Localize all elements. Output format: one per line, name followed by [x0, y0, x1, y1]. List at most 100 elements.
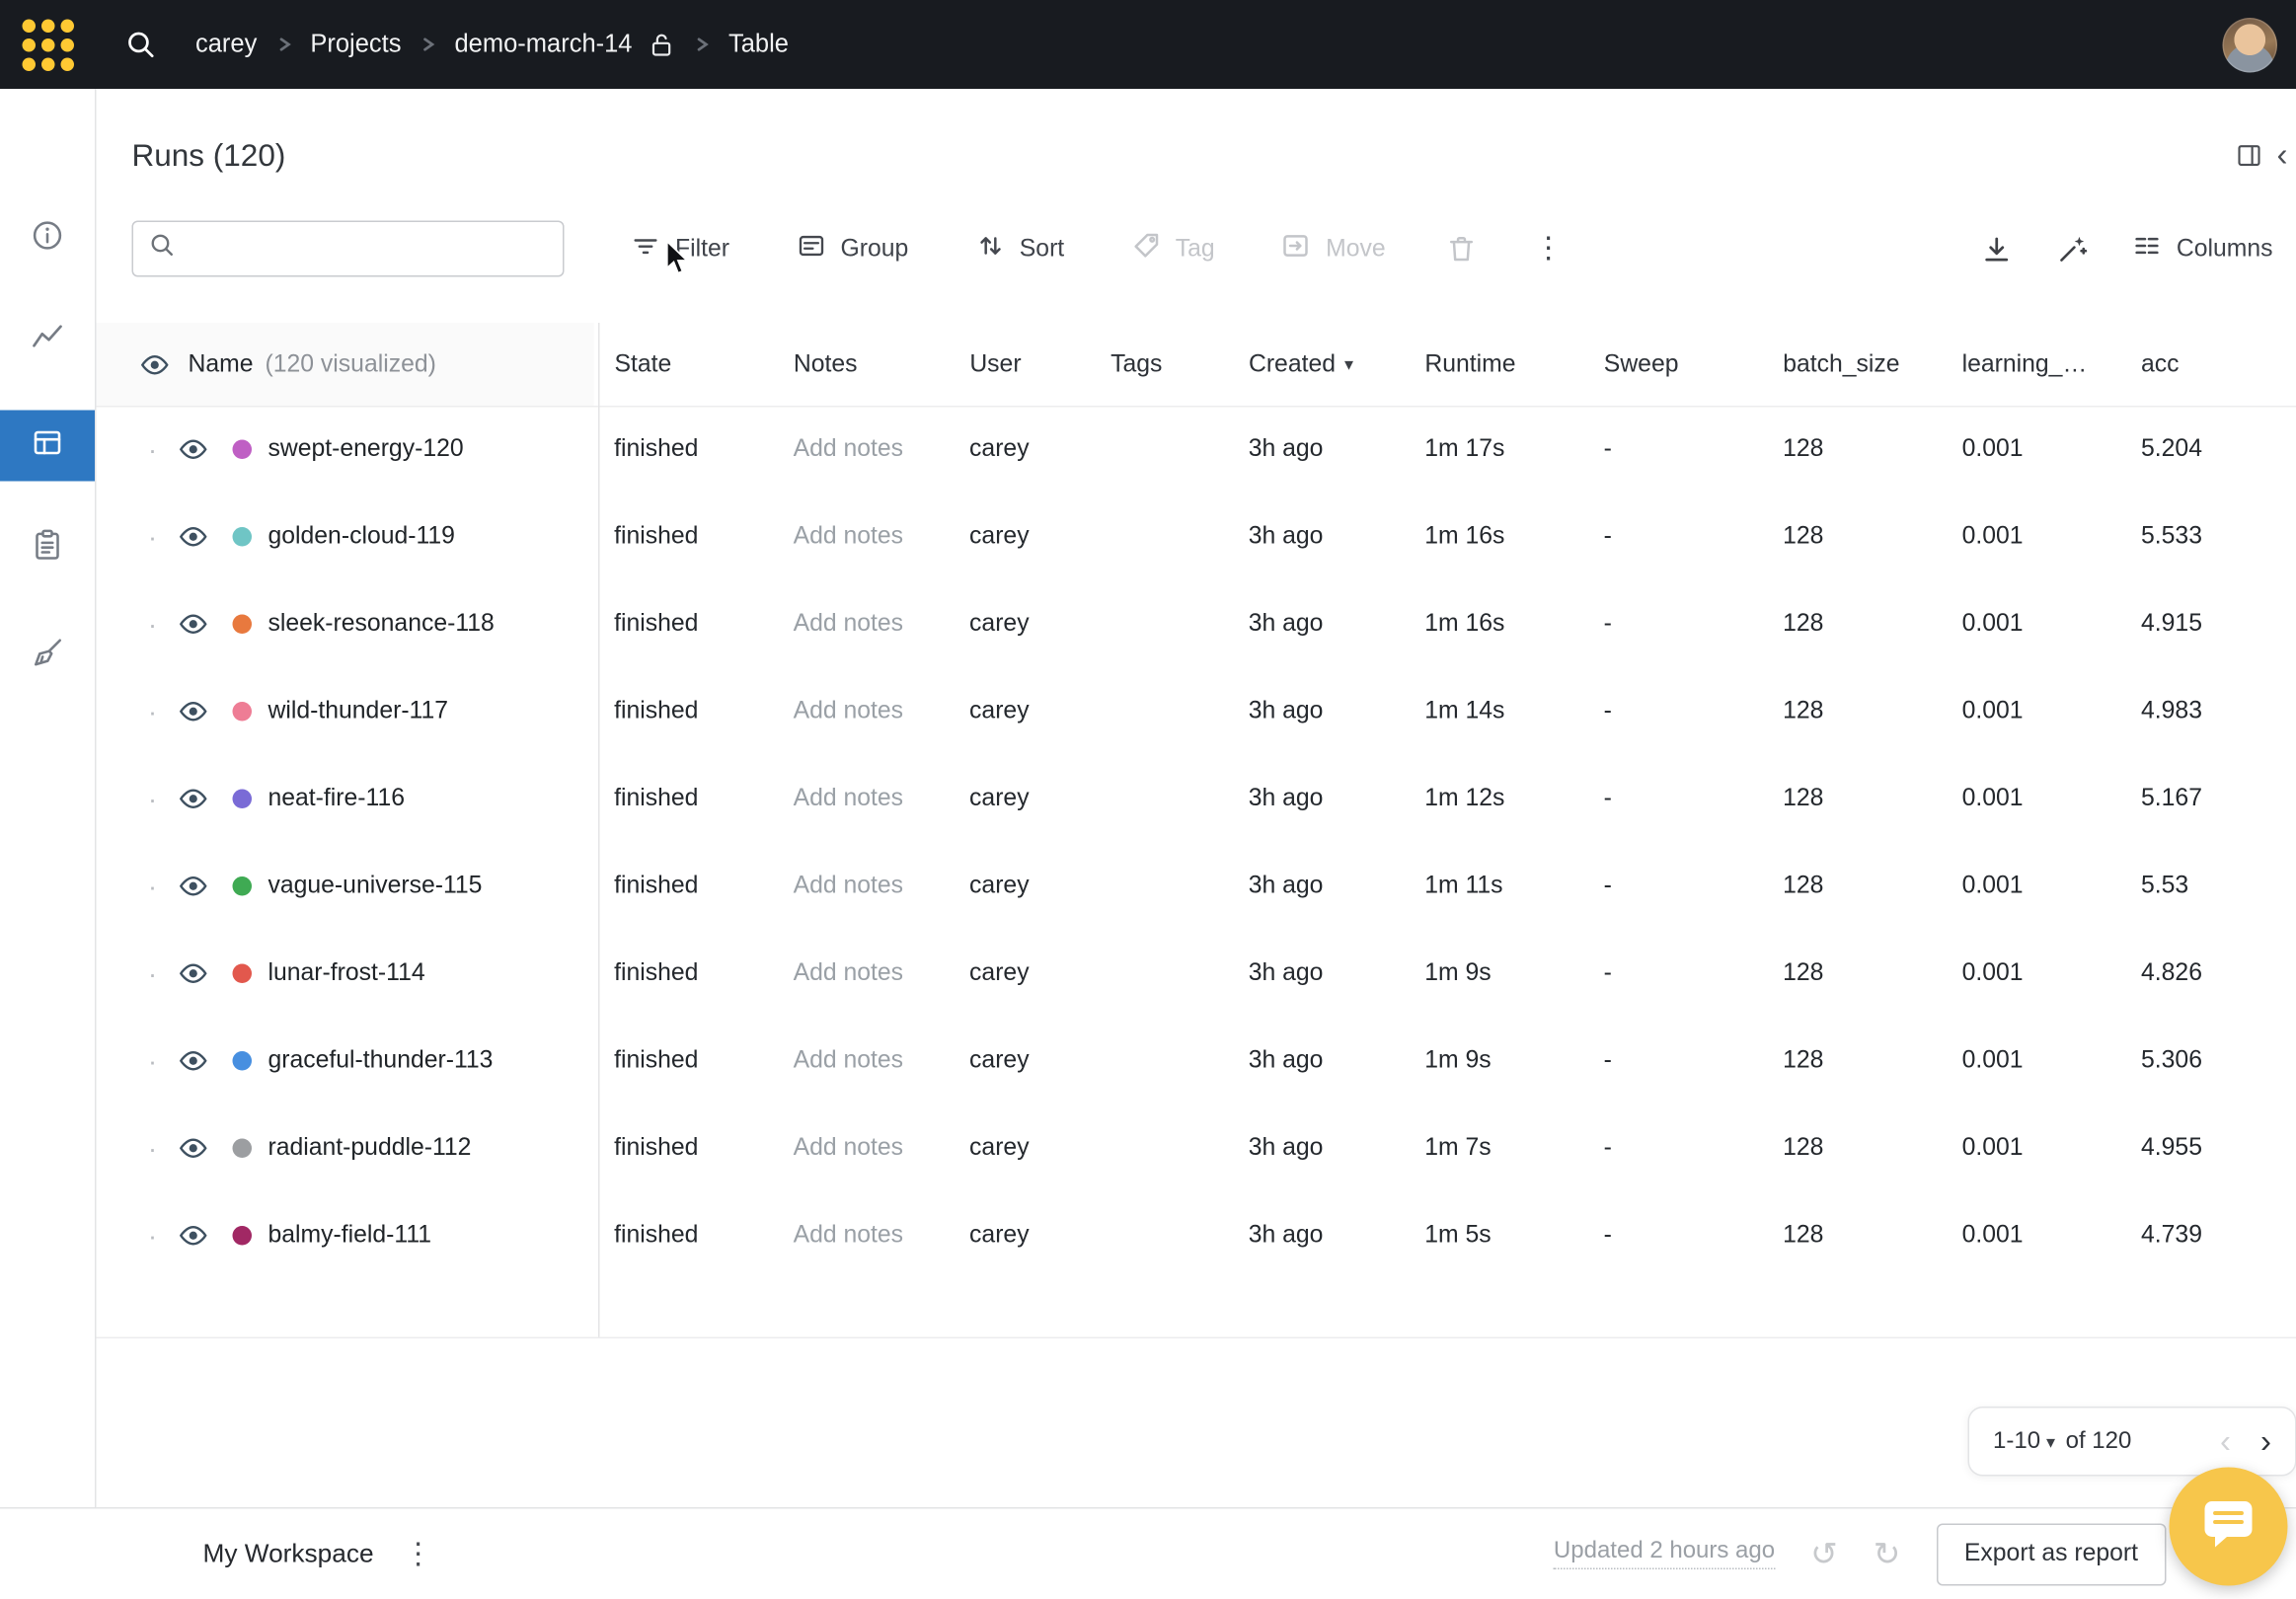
drag-handle-icon[interactable]: · — [145, 698, 160, 724]
run-color-dot[interactable] — [233, 1139, 253, 1159]
prev-page-button[interactable]: ‹ — [2220, 1425, 2231, 1458]
wandb-logo[interactable] — [0, 19, 95, 71]
panel-toggle-icon[interactable] — [2234, 141, 2263, 171]
column-header-name[interactable]: Name (120 visualized) — [97, 323, 594, 406]
table-row[interactable]: · swept-energy-120 finished Add notes ca… — [97, 406, 2296, 494]
column-header-state[interactable]: State — [593, 323, 772, 406]
sidebar-item-logs[interactable] — [0, 512, 95, 583]
table-row[interactable]: · graceful-thunder-113 finished Add note… — [97, 1018, 2296, 1105]
table-row[interactable]: · radiant-puddle-112 finished Add notes … — [97, 1104, 2296, 1192]
search-icon[interactable] — [124, 29, 157, 61]
visibility-eye-icon[interactable] — [178, 521, 209, 553]
visibility-eye-icon[interactable] — [178, 609, 209, 641]
run-color-dot[interactable] — [233, 615, 253, 635]
redo-button[interactable]: ↻ — [1874, 1538, 1901, 1570]
tag-button[interactable]: Tag — [1129, 229, 1214, 269]
table-row[interactable]: · wild-thunder-117 finished Add notes ca… — [97, 668, 2296, 756]
column-header-notes[interactable]: Notes — [773, 323, 949, 406]
drag-handle-icon[interactable]: · — [145, 960, 160, 987]
run-name-link[interactable]: vague-universe-115 — [268, 873, 483, 901]
run-notes-field[interactable]: Add notes — [773, 1222, 949, 1251]
run-notes-field[interactable]: Add notes — [773, 785, 949, 813]
breadcrumb-project[interactable]: demo-march-14 — [455, 30, 633, 59]
next-page-button[interactable]: › — [2260, 1425, 2271, 1458]
column-header-tags[interactable]: Tags — [1090, 323, 1228, 406]
filter-button[interactable]: Filter — [630, 229, 730, 269]
run-notes-field[interactable]: Add notes — [773, 1047, 949, 1076]
run-color-dot[interactable] — [233, 790, 253, 809]
run-name-link[interactable]: lunar-frost-114 — [268, 959, 425, 988]
breadcrumb-page[interactable]: Table — [728, 30, 789, 59]
column-header-created[interactable]: Created ▾ — [1228, 323, 1404, 406]
more-actions-button[interactable]: ⋮ — [1534, 234, 1564, 264]
visibility-eye-icon[interactable] — [178, 434, 209, 466]
visibility-eye-icon[interactable] — [139, 348, 171, 380]
run-color-dot[interactable] — [233, 527, 253, 547]
table-row[interactable]: · lunar-frost-114 finished Add notes car… — [97, 930, 2296, 1018]
runs-search-box[interactable] — [132, 221, 565, 277]
page-size-dropdown[interactable]: 1-10 ▾ — [1993, 1428, 2055, 1455]
run-color-dot[interactable] — [233, 964, 253, 984]
run-notes-field[interactable]: Add notes — [773, 610, 949, 639]
column-header-sweep[interactable]: Sweep — [1583, 323, 1762, 406]
table-row[interactable]: · golden-cloud-119 finished Add notes ca… — [97, 494, 2296, 581]
run-color-dot[interactable] — [233, 876, 253, 896]
drag-handle-icon[interactable]: · — [145, 873, 160, 899]
sidebar-item-sweeps[interactable] — [0, 621, 95, 692]
run-name-link[interactable]: wild-thunder-117 — [268, 698, 449, 726]
run-color-dot[interactable] — [233, 1226, 253, 1246]
run-notes-field[interactable]: Add notes — [773, 1134, 949, 1163]
drag-handle-icon[interactable]: · — [145, 1135, 160, 1162]
run-color-dot[interactable] — [233, 440, 253, 460]
runs-search-input[interactable] — [189, 234, 549, 264]
column-header-user[interactable]: User — [949, 323, 1090, 406]
run-name-link[interactable]: sleek-resonance-118 — [268, 610, 495, 639]
drag-handle-icon[interactable]: · — [145, 611, 160, 638]
run-name-link[interactable]: neat-fire-116 — [268, 785, 406, 813]
drag-handle-icon[interactable]: · — [145, 1047, 160, 1074]
columns-button[interactable]: Columns — [2130, 229, 2272, 269]
chat-support-button[interactable] — [2170, 1468, 2288, 1586]
export-report-button[interactable]: Export as report — [1936, 1523, 2166, 1585]
undo-button[interactable]: ↺ — [1810, 1538, 1838, 1570]
column-header-runtime[interactable]: Runtime — [1404, 323, 1582, 406]
run-notes-field[interactable]: Add notes — [773, 873, 949, 901]
run-name-link[interactable]: balmy-field-111 — [268, 1222, 432, 1251]
sidebar-item-runs-table[interactable] — [0, 411, 95, 482]
run-color-dot[interactable] — [233, 1051, 253, 1071]
table-row[interactable]: · balmy-field-111 finished Add notes car… — [97, 1192, 2296, 1280]
drag-handle-icon[interactable]: · — [145, 1222, 160, 1249]
visibility-eye-icon[interactable] — [178, 696, 209, 727]
run-name-link[interactable]: graceful-thunder-113 — [268, 1047, 494, 1076]
visibility-eye-icon[interactable] — [178, 958, 209, 990]
sidebar-item-charts[interactable] — [0, 305, 95, 376]
updated-timestamp[interactable]: Updated 2 hours ago — [1554, 1539, 1775, 1570]
table-row[interactable]: · sleek-resonance-118 finished Add notes… — [97, 580, 2296, 668]
drag-handle-icon[interactable]: · — [145, 786, 160, 812]
group-button[interactable]: Group — [795, 229, 908, 269]
column-header-acc[interactable]: acc — [2120, 323, 2296, 406]
move-button[interactable]: Move — [1280, 229, 1386, 269]
column-header-learning-rate[interactable]: learning_… — [1942, 323, 2120, 406]
sidebar-item-overview[interactable] — [0, 203, 95, 274]
run-color-dot[interactable] — [233, 702, 253, 722]
column-header-batch-size[interactable]: batch_size — [1762, 323, 1941, 406]
collapse-panel-icon[interactable]: ‹ — [2277, 139, 2288, 172]
delete-button[interactable] — [1445, 233, 1478, 266]
run-name-link[interactable]: radiant-puddle-112 — [268, 1134, 472, 1163]
run-notes-field[interactable]: Add notes — [773, 698, 949, 726]
magic-wand-button[interactable] — [2055, 232, 2090, 266]
visibility-eye-icon[interactable] — [178, 784, 209, 815]
table-row[interactable]: · neat-fire-116 finished Add notes carey… — [97, 755, 2296, 843]
run-name-link[interactable]: golden-cloud-119 — [268, 523, 455, 552]
breadcrumb-user[interactable]: carey — [195, 30, 257, 59]
sort-button[interactable]: Sort — [973, 229, 1064, 269]
user-avatar[interactable] — [2223, 18, 2278, 73]
download-button[interactable] — [1979, 232, 2014, 266]
run-notes-field[interactable]: Add notes — [773, 959, 949, 988]
visibility-eye-icon[interactable] — [178, 1045, 209, 1077]
run-notes-field[interactable]: Add notes — [773, 523, 949, 552]
visibility-eye-icon[interactable] — [178, 1220, 209, 1252]
run-notes-field[interactable]: Add notes — [773, 435, 949, 464]
run-name-link[interactable]: swept-energy-120 — [268, 435, 464, 464]
